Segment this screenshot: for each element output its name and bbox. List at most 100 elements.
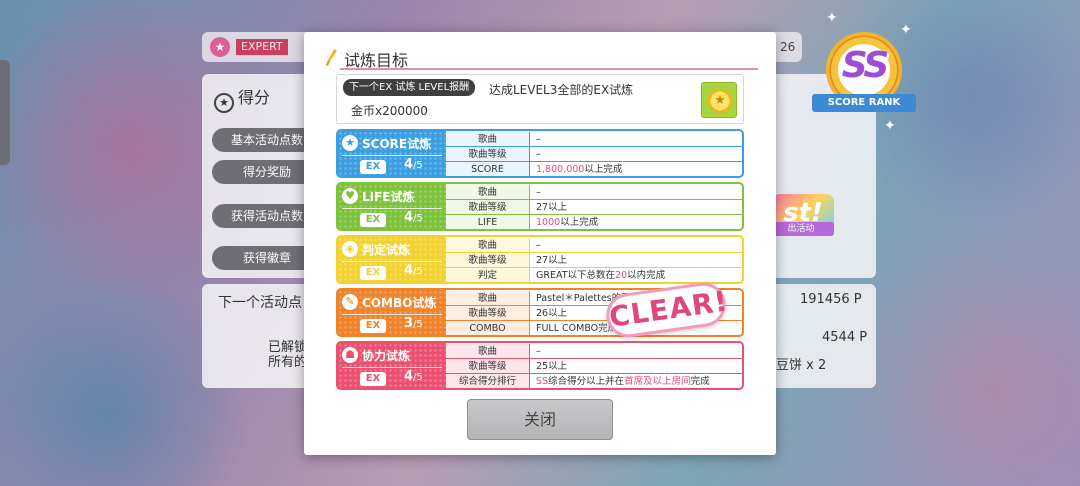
condition-row: 判定 GREAT以下总数在20以内完成: [446, 268, 742, 282]
trial-progress: 4/5: [404, 157, 423, 172]
brush-icon: ✎: [342, 294, 358, 310]
item-reward: 豆饼 x 2: [776, 358, 827, 373]
trial-row: ★ SCORE试炼 EX 4/5 歌曲 – 歌曲等级 – SCORE 1,800,0…: [336, 129, 744, 178]
trial-header: ☗ 协力试炼 EX 4/5: [338, 343, 446, 388]
reward-amount: 金币x200000: [351, 104, 428, 118]
header-number: 26: [780, 40, 796, 54]
ex-badge: EX: [360, 266, 386, 280]
event-label: 出活动: [768, 222, 834, 236]
condition-value: –: [536, 187, 541, 198]
sparkle-icon: ✦: [884, 118, 896, 134]
title-divider: [340, 68, 758, 70]
next-points-value: 191456 P: [800, 292, 862, 307]
condition-value: SS综合得分以上并在首席及以上房间完成: [536, 376, 710, 387]
trial-header: ✎ COMBO试炼 EX 3/5: [338, 290, 446, 335]
trial-progress: 4/5: [404, 369, 423, 384]
condition-value: 25以上: [536, 361, 568, 372]
trial-header: ★ SCORE试炼 EX 4/5: [338, 131, 446, 176]
condition-row: 歌曲 –: [446, 132, 742, 147]
condition-value: 27以上: [536, 255, 568, 266]
condition-value: –: [536, 346, 541, 357]
rank-ribbon: SCORE RANK: [812, 94, 916, 112]
condition-key: SCORE: [446, 162, 530, 176]
condition-key: 歌曲等级: [446, 306, 530, 320]
coin-icon: ★: [708, 89, 732, 113]
star-outline-icon: ★: [214, 93, 234, 113]
sparkle-icon: ✦: [826, 10, 838, 26]
condition-key: 歌曲: [446, 291, 530, 305]
trial-conditions: 歌曲 – 歌曲等级 – SCORE 1,800,000以上完成: [446, 131, 742, 176]
condition-key: 歌曲等级: [446, 253, 530, 267]
condition-row: 歌曲 –: [446, 344, 742, 359]
target-icon: ◈: [342, 241, 358, 257]
trial-name: 协力试炼: [362, 349, 411, 363]
trial-row: ☗ 协力试炼 EX 4/5 歌曲 – 歌曲等级 25以上 综合得分排行 SS综合得分…: [336, 341, 744, 390]
trial-name: COMBO试炼: [362, 296, 437, 310]
condition-value: GREAT以下总数在20以内完成: [536, 270, 666, 281]
condition-row: SCORE 1,800,000以上完成: [446, 162, 742, 176]
trial-progress: 4/5: [404, 263, 423, 278]
condition-row: 综合得分排行 SS综合得分以上并在首席及以上房间完成: [446, 374, 742, 388]
condition-value: 1000以上完成: [536, 217, 599, 228]
ex-badge: EX: [360, 372, 386, 386]
ex-badge: EX: [360, 319, 386, 333]
trial-progress: 3/5: [404, 316, 423, 331]
condition-value: –: [536, 134, 541, 145]
condition-key: 歌曲等级: [446, 200, 530, 214]
condition-value: 1,800,000以上完成: [536, 164, 623, 175]
condition-row: 歌曲等级 –: [446, 147, 742, 162]
condition-row: 歌曲等级 27以上: [446, 200, 742, 215]
condition-value: –: [536, 240, 541, 251]
trial-name: 判定试炼: [362, 243, 411, 257]
trial-name: SCORE试炼: [362, 137, 432, 151]
condition-key: 判定: [446, 268, 530, 282]
condition-key: COMBO: [446, 321, 530, 335]
brush-icon: [326, 49, 337, 66]
condition-value: 27以上: [536, 202, 568, 213]
heart-icon: ♥: [342, 188, 358, 204]
trial-row: ◈ 判定试炼 EX 4/5 歌曲 – 歌曲等级 27以上 判定 GREAT以下总数在…: [336, 235, 744, 284]
rank-text: SS: [841, 45, 890, 86]
people-icon: ☗: [342, 347, 358, 363]
score-rank-badge: SS SCORE RANK: [812, 30, 916, 120]
unlocked-label-2: 所有的: [268, 355, 308, 370]
condition-key: 歌曲: [446, 344, 530, 358]
condition-key: 歌曲等级: [446, 147, 530, 161]
condition-row: 歌曲等级 25以上: [446, 359, 742, 374]
next-reward-box: 下一个EX 试炼 LEVEL报酬 达成LEVEL3全部的EX试炼 金币x2000…: [336, 74, 744, 124]
star-icon: ★: [342, 135, 358, 151]
condition-key: 歌曲等级: [446, 359, 530, 373]
condition-key: 歌曲: [446, 185, 530, 199]
close-button[interactable]: 关闭: [467, 399, 613, 440]
trial-conditions: 歌曲 – 歌曲等级 25以上 综合得分排行 SS综合得分以上并在首席及以上房间完成: [446, 343, 742, 388]
ex-badge: EX: [360, 213, 386, 227]
trial-header: ♥ LIFE试炼 EX 4/5: [338, 184, 446, 229]
points-value: 4544 P: [822, 330, 868, 345]
reward-tag: 下一个EX 试炼 LEVEL报酬: [343, 79, 476, 96]
condition-key: LIFE: [446, 215, 530, 229]
condition-key: 歌曲: [446, 238, 530, 252]
side-tab[interactable]: [0, 60, 10, 165]
condition-key: 歌曲: [446, 132, 530, 146]
trial-goal-dialog: 试炼目标 下一个EX 试炼 LEVEL报酬 达成LEVEL3全部的EX试炼 金币…: [304, 32, 776, 455]
trial-conditions: 歌曲 – 歌曲等级 27以上 LIFE 1000以上完成: [446, 184, 742, 229]
trial-progress: 4/5: [404, 210, 423, 225]
score-title: ★ 得分: [214, 84, 270, 113]
condition-row: 歌曲等级 27以上: [446, 253, 742, 268]
star-icon: ★: [210, 37, 230, 57]
condition-value: –: [536, 149, 541, 160]
difficulty-badge: EXPERT: [236, 39, 288, 55]
condition-row: 歌曲 –: [446, 185, 742, 200]
condition-row: 歌曲 –: [446, 238, 742, 253]
trial-name: LIFE试炼: [362, 190, 415, 204]
sparkle-icon: ✦: [900, 22, 912, 38]
condition-key: 综合得分排行: [446, 374, 530, 388]
trial-conditions: 歌曲 – 歌曲等级 27以上 判定 GREAT以下总数在20以内完成: [446, 237, 742, 282]
condition-row: LIFE 1000以上完成: [446, 215, 742, 229]
trial-header: ◈ 判定试炼 EX 4/5: [338, 237, 446, 282]
reward-item[interactable]: ★: [701, 82, 737, 118]
ex-badge: EX: [360, 160, 386, 174]
next-points-label: 下一个活动点: [218, 295, 302, 311]
reward-description: 达成LEVEL3全部的EX试炼: [489, 83, 634, 97]
trial-row: ♥ LIFE试炼 EX 4/5 歌曲 – 歌曲等级 27以上 LIFE 1000以上…: [336, 182, 744, 231]
